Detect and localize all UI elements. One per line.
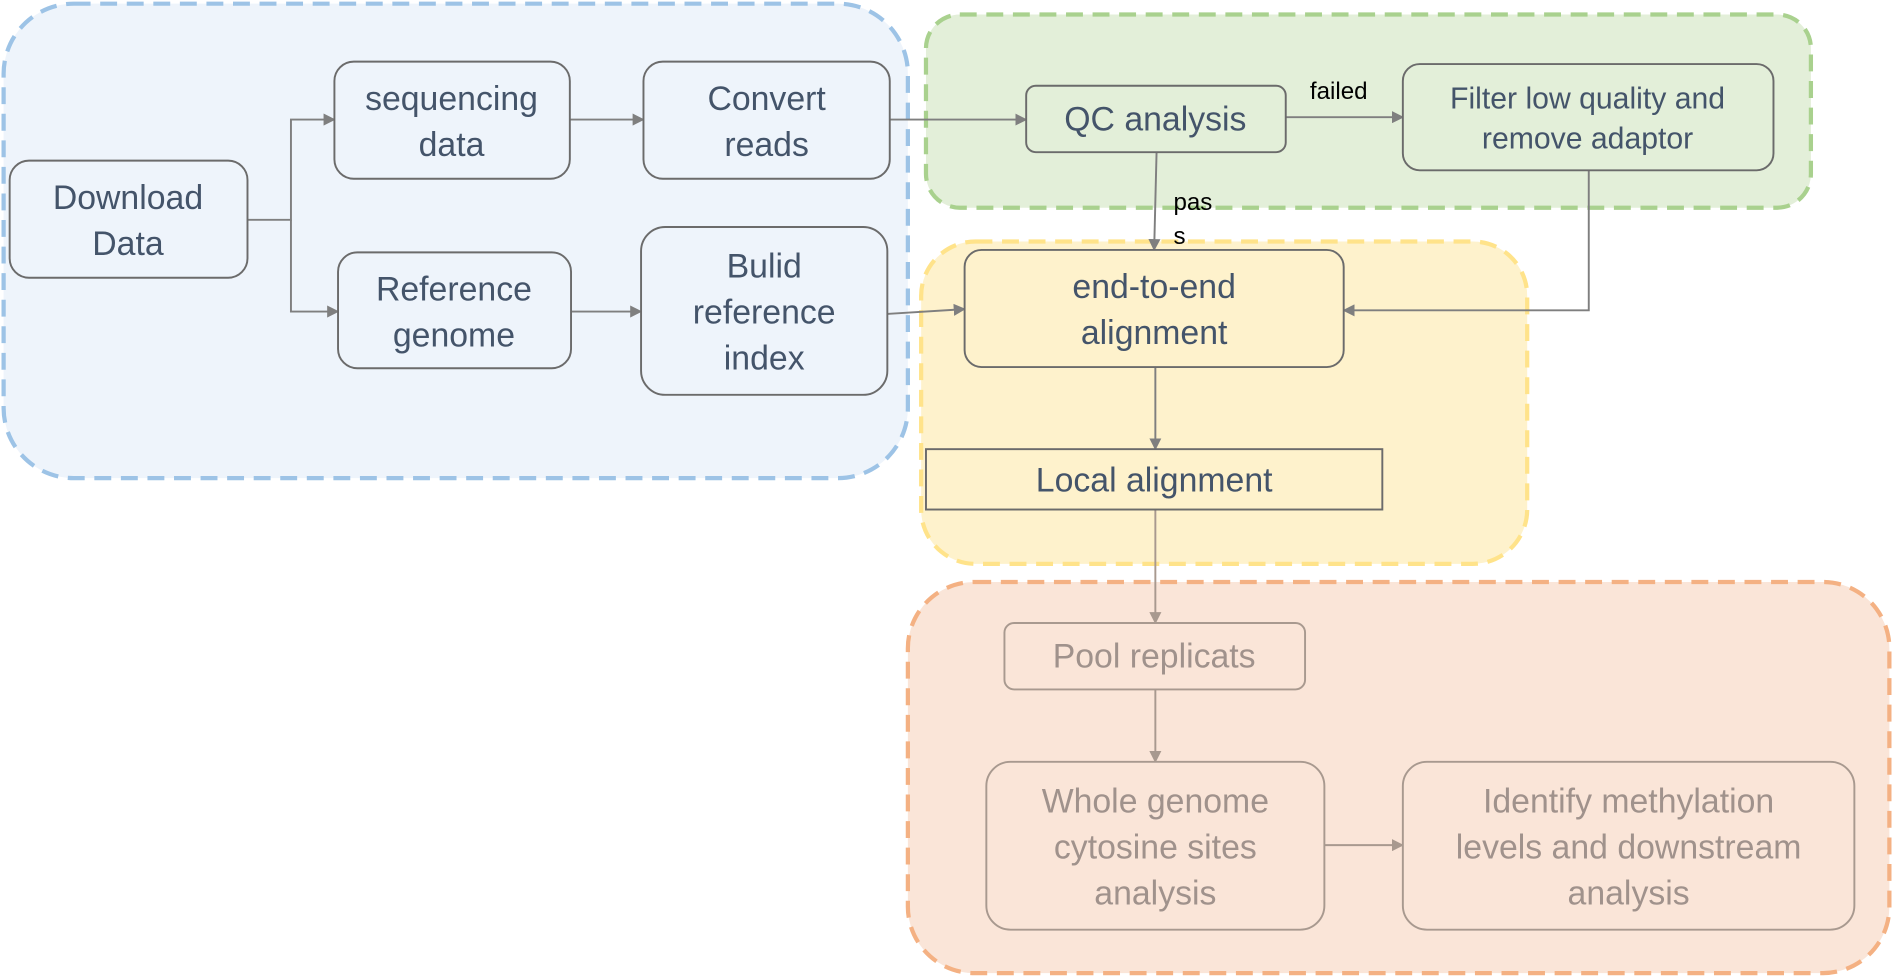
svg-text:Whole genome: Whole genome [1042,783,1269,821]
svg-text:Identify methylation: Identify methylation [1483,783,1774,821]
node-download-data[interactable]: Download Data [8,159,249,279]
node-convert-reads[interactable]: Convert reads [642,60,891,180]
node-local-alignment[interactable]: Local alignment [925,448,1384,511]
node-reference-genome[interactable]: Reference genome [337,251,573,370]
svg-text:Filter low quality and: Filter low quality and [1450,83,1725,116]
node-qc-analysis[interactable]: QC analysis [1025,84,1287,154]
svg-text:Reference: Reference [376,271,532,309]
svg-text:reference: reference [693,294,836,332]
svg-text:data: data [419,126,485,164]
svg-text:end-to-end: end-to-end [1072,268,1235,306]
svg-text:index: index [724,339,805,377]
node-identify-methylation-levels[interactable]: Identify methylation levels and downstre… [1401,760,1856,931]
svg-text:levels and downstream: levels and downstream [1456,828,1802,866]
svg-text:QC analysis: QC analysis [1064,100,1246,138]
svg-text:Convert: Convert [707,80,826,118]
svg-text:Download: Download [53,179,203,217]
edge-label-pass-1: pas [1173,189,1212,216]
node-build-reference-index[interactable]: Bulid reference index [640,226,889,396]
svg-text:Bulid: Bulid [727,248,802,286]
svg-text:genome: genome [393,317,515,355]
node-pool-replicats[interactable]: Pool replicats [1003,622,1307,691]
svg-text:Local alignment: Local alignment [1036,461,1273,499]
svg-text:sequencing: sequencing [365,80,538,118]
svg-text:remove adaptor: remove adaptor [1482,123,1693,156]
pipeline-diagram: failed pas s Download Data sequencing da… [1,1,1892,976]
svg-text:cytosine sites: cytosine sites [1054,828,1257,866]
svg-text:alignment: alignment [1081,314,1228,352]
svg-text:Data: Data [92,225,164,263]
svg-text:analysis: analysis [1094,874,1216,912]
node-sequencing-data[interactable]: sequencing data [333,60,571,180]
edge-label-pass-2: s [1173,223,1185,250]
svg-text:Pool replicats: Pool replicats [1053,638,1256,676]
svg-text:analysis: analysis [1568,874,1690,912]
svg-text:reads: reads [724,126,809,164]
edge-label-failed: failed [1310,78,1368,105]
node-end-to-end-alignment[interactable]: end-to-end alignment [963,248,1345,369]
node-whole-genome-cytosine-sites[interactable]: Whole genome cytosine sites analysis [985,760,1326,931]
node-filter-remove-adaptor[interactable]: Filter low quality and remove adaptor [1401,63,1775,172]
